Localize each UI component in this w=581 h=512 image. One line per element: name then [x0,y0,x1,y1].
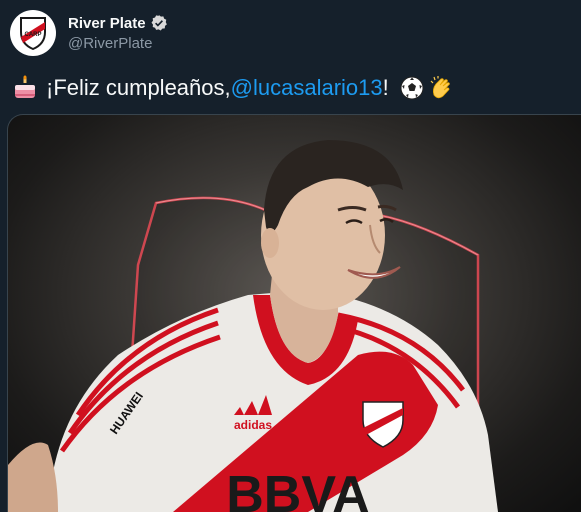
tweet-text-before: ¡Feliz cumpleaños, [46,75,231,100]
tweet-text: ¡Feliz cumpleaños, @lucasalario13 ! [12,75,455,101]
tweet-header: CARP River Plate @RiverPlate [10,10,168,56]
birthday-cake-emoji-icon [15,75,35,98]
jersey-brand: adidas [234,418,272,432]
jersey-sponsor: BBVA [226,466,369,512]
account-names: River Plate @RiverPlate [68,14,168,52]
player-photo: adidas HUAWEI BBVA [8,140,498,512]
river-plate-crest-icon: CARP [20,17,46,50]
mention-link[interactable]: @lucasalario13 [231,75,383,101]
clapping-hands-emoji-icon [430,76,450,99]
soccer-ball-emoji-icon [400,76,424,100]
tweet-media-image[interactable]: adidas HUAWEI BBVA [7,114,581,512]
avatar[interactable]: CARP [10,10,56,56]
crest-letters: CARP [24,32,41,38]
display-name[interactable]: River Plate [68,15,146,32]
account-handle[interactable]: @RiverPlate [68,35,168,52]
tweet-text-after: ! [382,75,395,100]
verified-badge-icon [151,15,167,31]
